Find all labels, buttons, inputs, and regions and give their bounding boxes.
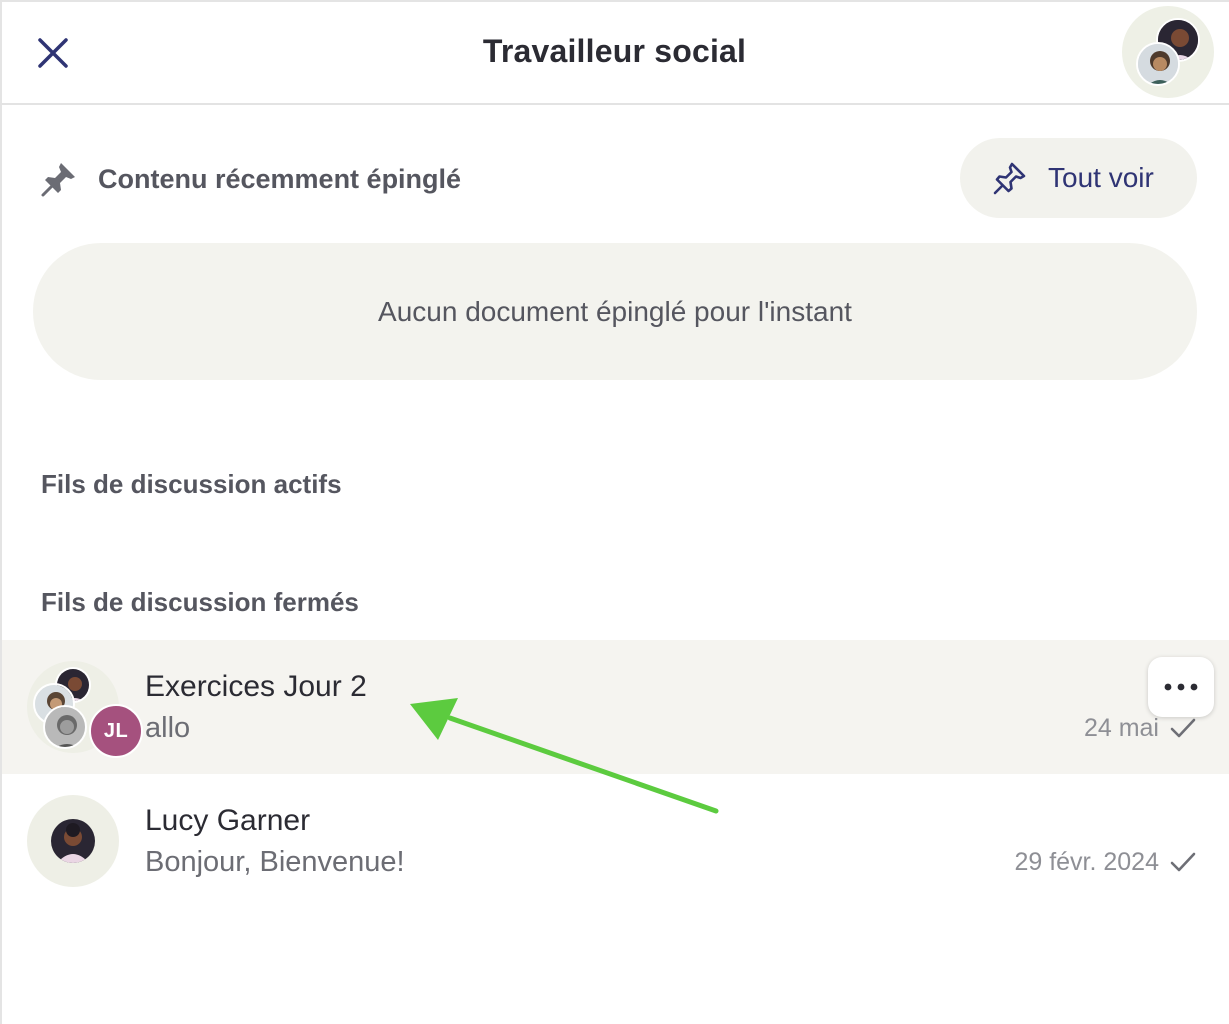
pinned-section-label: Contenu récemment épinglé — [98, 164, 462, 194]
checkmark-icon — [1170, 718, 1196, 738]
see-all-button[interactable]: Tout voir — [960, 138, 1197, 218]
thread-name: Lucy Garner — [145, 804, 311, 837]
pin-outline-icon — [993, 162, 1026, 195]
header: Travailleur social — [0, 0, 1229, 105]
group-avatar: JL — [27, 661, 143, 758]
more-icon — [1164, 683, 1198, 691]
avatar — [1136, 42, 1180, 86]
closed-threads-heading: Fils de discussion fermés — [41, 587, 359, 617]
participants-avatar-group[interactable] — [1122, 6, 1214, 98]
page-title: Travailleur social — [482, 33, 747, 69]
thread-preview: Bonjour, Bienvenue! — [145, 846, 405, 878]
thread-date: 29 févr. 2024 — [1014, 848, 1159, 876]
avatar — [43, 705, 87, 749]
contact-avatar — [27, 795, 119, 887]
empty-state-text: Aucun document épinglé pour l'instant — [378, 295, 852, 327]
thread-name: Exercices Jour 2 — [145, 670, 367, 703]
pinned-empty-state: Aucun document épinglé pour l'instant — [33, 243, 1197, 380]
pinned-content-header: Contenu récemment épinglé Tout voir — [0, 138, 1229, 218]
active-threads-heading: Fils de discussion actifs — [41, 469, 342, 499]
thread-row[interactable]: Lucy Garner Bonjour, Bienvenue! 29 févr.… — [2, 774, 1229, 908]
more-options-button[interactable] — [1148, 657, 1214, 717]
checkmark-icon — [1170, 852, 1196, 872]
thread-preview: allo — [145, 712, 191, 744]
thread-row[interactable]: JL Exercices Jour 2 allo 24 mai — [2, 640, 1229, 774]
pin-icon — [41, 163, 75, 197]
initials-avatar: JL — [89, 704, 143, 758]
see-all-label: Tout voir — [1048, 162, 1154, 193]
thread-date: 24 mai — [1083, 714, 1159, 742]
avatar — [51, 819, 95, 863]
